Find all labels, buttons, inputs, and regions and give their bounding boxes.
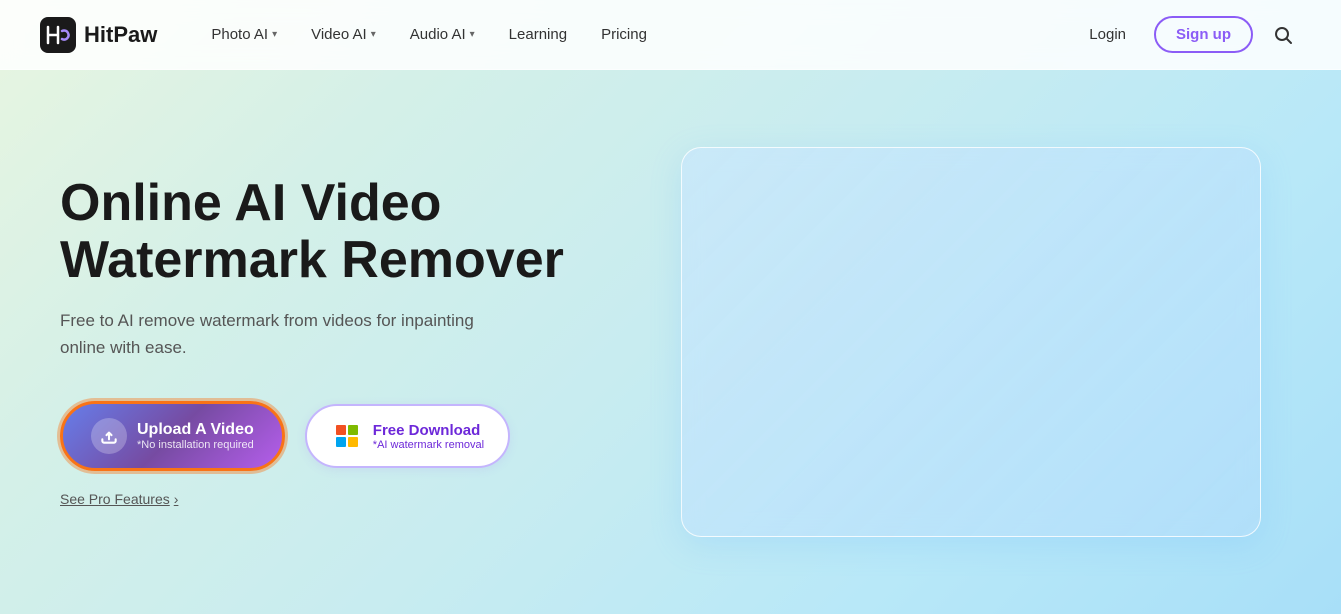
brand-logo[interactable]: HitPaw [40,17,157,53]
hero-buttons: Upload A Video *No installation required… [60,401,620,471]
signup-button[interactable]: Sign up [1154,16,1253,53]
video-preview-area [681,147,1261,537]
nav-actions: Login Sign up [1073,16,1301,53]
freedownload-main-label: Free Download [373,422,484,439]
hero-title: Online AI Video Watermark Remover [60,175,620,289]
brand-name: HitPaw [84,22,157,48]
chevron-down-icon: ▾ [470,29,475,40]
free-download-button[interactable]: Free Download *AI watermark removal [305,404,510,468]
nav-label-photo-ai: Photo AI [211,26,268,43]
freedownload-sub-label: *AI watermark removal [373,439,484,451]
search-icon [1273,25,1293,45]
hero-section: Online AI Video Watermark Remover Free t… [0,70,1341,614]
nav-label-learning: Learning [509,26,567,43]
hero-preview [660,147,1281,537]
nav-label-video-ai: Video AI [311,26,367,43]
chevron-down-icon: ▾ [272,29,277,40]
chevron-down-icon: ▾ [371,29,376,40]
upload-icon [91,418,127,454]
nav-item-photo-ai[interactable]: Photo AI ▾ [197,18,291,51]
hero-subtitle: Free to AI remove watermark from videos … [60,307,500,361]
windows-logo-icon [331,420,363,452]
hero-content: Online AI Video Watermark Remover Free t… [60,175,660,510]
nav-label-pricing: Pricing [601,26,647,43]
nav-item-audio-ai[interactable]: Audio AI ▾ [396,18,489,51]
upload-button-main-label: Upload A Video [137,421,254,439]
see-pro-features-link[interactable]: See Pro Features › [60,491,178,507]
nav-menu: Photo AI ▾ Video AI ▾ Audio AI ▾ Learnin… [197,18,1073,51]
chevron-right-icon: › [174,491,179,507]
nav-item-video-ai[interactable]: Video AI ▾ [297,18,390,51]
nav-item-pricing[interactable]: Pricing [587,18,661,51]
nav-item-learning[interactable]: Learning [495,18,581,51]
upload-button-sub-label: *No installation required [137,439,254,451]
freedownload-button-text: Free Download *AI watermark removal [373,422,484,451]
search-button[interactable] [1265,17,1301,53]
navbar: HitPaw Photo AI ▾ Video AI ▾ Audio AI ▾ … [0,0,1341,70]
nav-label-audio-ai: Audio AI [410,26,466,43]
upload-button-text: Upload A Video *No installation required [137,421,254,451]
hitpaw-logo-icon [40,17,76,53]
upload-video-button[interactable]: Upload A Video *No installation required [60,401,285,471]
login-button[interactable]: Login [1073,18,1142,51]
